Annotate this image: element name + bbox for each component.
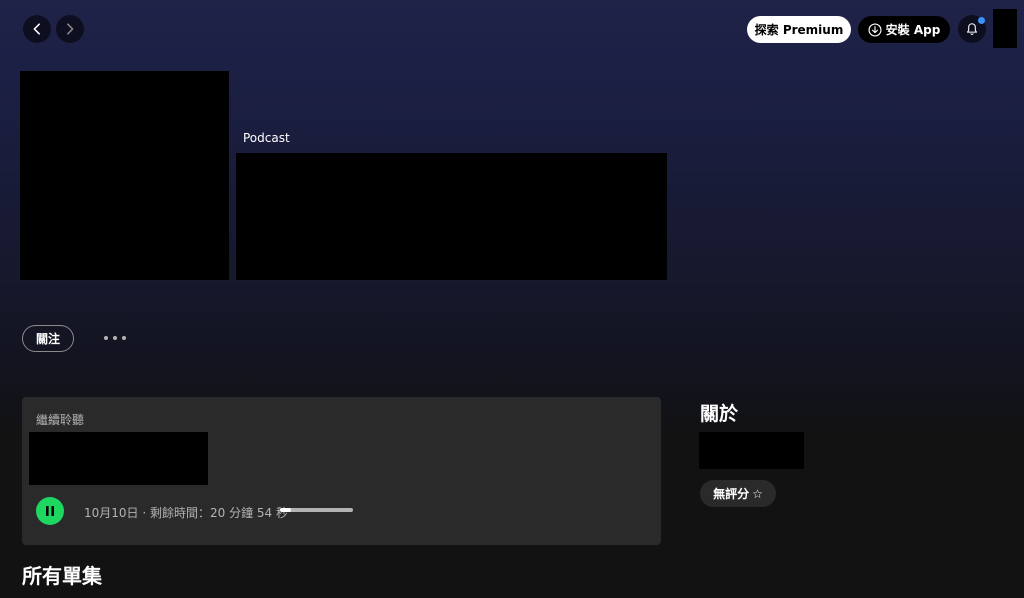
- rating-button[interactable]: 無評分 ☆: [700, 480, 776, 507]
- continue-listening-label: 繼續聆聽: [36, 413, 85, 427]
- explore-premium-label: 探索 Premium: [754, 23, 844, 37]
- more-dot: [104, 336, 108, 340]
- forward-button[interactable]: [56, 15, 84, 43]
- back-button[interactable]: [23, 15, 51, 43]
- rating-label: 無評分: [713, 487, 750, 501]
- about-content-redacted: [699, 432, 804, 469]
- chevron-right-icon: [67, 23, 74, 35]
- episode-progress-bar: [280, 508, 353, 512]
- continue-listening-card[interactable]: 繼續聆聽 10月10日 · 剩餘時間：20 分鐘 54 秒: [22, 397, 661, 545]
- more-options-button[interactable]: [104, 331, 126, 345]
- episode-progress-fill: [280, 508, 291, 512]
- explore-premium-button[interactable]: 探索 Premium: [747, 16, 851, 43]
- episode-meta: 10月10日 · 剩餘時間：20 分鐘 54 秒: [84, 506, 288, 520]
- star-icon: ☆: [752, 486, 763, 501]
- podcast-title-redacted: [236, 153, 667, 280]
- podcast-type-label: Podcast: [243, 131, 290, 145]
- top-bar: 探索 Premium 安裝 App: [0, 0, 1024, 58]
- download-icon: [868, 22, 882, 37]
- podcast-cover-image: [20, 71, 229, 280]
- about-title: 關於: [700, 403, 739, 425]
- pause-icon: [46, 506, 54, 516]
- more-dot: [122, 336, 126, 340]
- avatar[interactable]: [993, 9, 1017, 48]
- pause-button[interactable]: [36, 497, 64, 525]
- install-app-button[interactable]: 安裝 App: [858, 16, 950, 43]
- follow-button[interactable]: 關注: [22, 325, 74, 352]
- more-dot: [113, 336, 117, 340]
- notifications-button[interactable]: [958, 15, 986, 43]
- all-episodes-heading: 所有單集: [22, 564, 102, 588]
- follow-label: 關注: [35, 332, 60, 346]
- chevron-left-icon: [33, 23, 40, 35]
- install-app-label: 安裝 App: [885, 23, 941, 37]
- bell-icon: [966, 23, 978, 36]
- episode-title-redacted[interactable]: [29, 432, 208, 485]
- notification-dot: [978, 17, 985, 24]
